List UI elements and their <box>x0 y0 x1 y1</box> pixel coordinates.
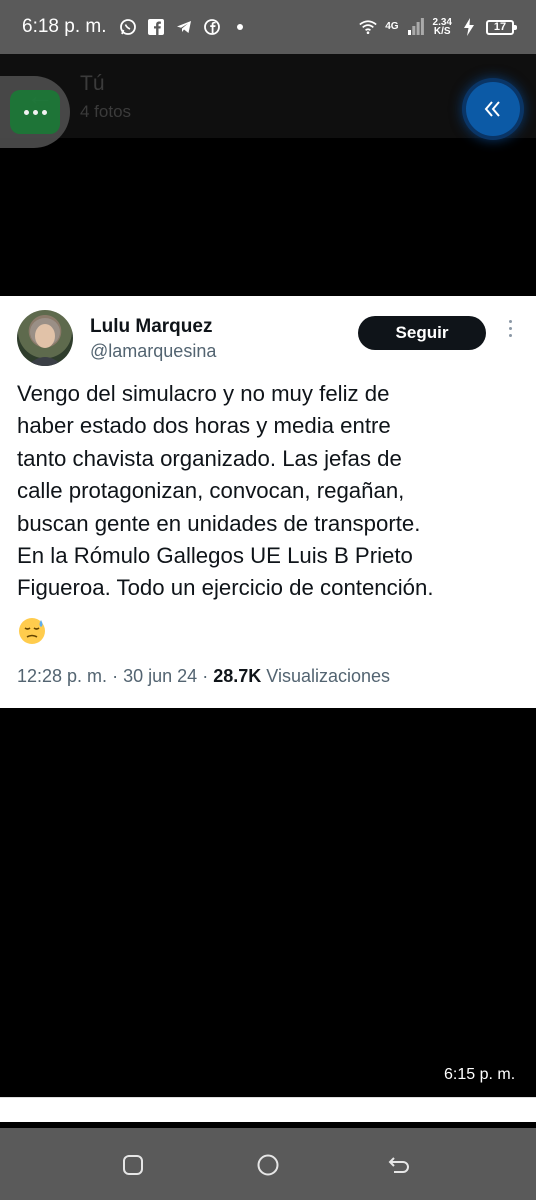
tweet-text-line: Figueroa. Todo un ejercicio de contenció… <box>17 575 434 601</box>
tweet-date[interactable]: 30 jun 24 <box>123 666 197 686</box>
tweet-text-line: buscan gente en unidades de transporte. <box>17 510 421 536</box>
whatsapp-icon <box>119 18 137 36</box>
avatar[interactable] <box>17 310 73 366</box>
tweet-time[interactable]: 12:28 p. m. <box>17 666 107 686</box>
network-type: 4G <box>385 21 399 32</box>
facebook-messenger-icon <box>203 18 221 36</box>
status-time: 6:18 p. m. <box>22 16 107 37</box>
reply-strip <box>0 1097 536 1122</box>
tweet-text-line: En la Rómulo Gallegos UE Luis B Prieto <box>17 543 413 569</box>
sad-face-emoji <box>19 618 45 644</box>
telegram-icon <box>175 18 193 36</box>
system-nav-bar <box>0 1128 536 1200</box>
home-icon <box>257 1154 279 1176</box>
views-count: 28.7K <box>213 666 262 686</box>
viewer-header: ← Tú 4 fotos <box>0 54 536 138</box>
home-button[interactable] <box>251 1148 285 1182</box>
viewer-title: Tú <box>80 72 105 95</box>
tweet-text-line: calle protagonizan, convocan, regañan, <box>17 478 405 504</box>
tweet-meta: 12:28 p. m. · 30 jun 24 · 28.7K Visualiz… <box>17 666 390 687</box>
more-vertical-icon[interactable] <box>500 320 520 344</box>
tweet-card: Lulu Marquez @lamarquesina Seguir Vengo … <box>0 296 536 708</box>
tweet-text-line: Vengo del simulacro y no muy feliz de <box>17 381 390 406</box>
views-label: Visualizaciones <box>266 666 391 686</box>
meta-separator: · <box>202 666 209 686</box>
recent-apps-button[interactable] <box>116 1148 150 1182</box>
meta-separator: · <box>112 666 119 686</box>
battery-icon: 17 <box>486 19 517 35</box>
status-left: 6:18 p. m. <box>22 16 249 38</box>
back-button[interactable] <box>383 1148 417 1182</box>
back-icon <box>388 1157 409 1173</box>
network-speed: 2.34 K/S <box>433 18 452 37</box>
status-right: 4G 2.34 K/S 17 <box>359 18 517 37</box>
tweet-text-line: tanto chavista organizado. Las jefas de <box>17 445 402 471</box>
tweet-text-line: haber estado dos horas y media entre <box>17 413 391 439</box>
charging-icon <box>460 18 478 36</box>
battery-level: 17 <box>493 21 507 33</box>
more-options-icon[interactable] <box>10 90 60 134</box>
signal-icon <box>407 18 425 36</box>
speed-unit: K/S <box>433 26 451 37</box>
author-handle[interactable]: @lamarquesina <box>90 341 216 362</box>
author-name[interactable]: Lulu Marquez <box>90 316 212 338</box>
viewer-subtitle: 4 fotos <box>80 102 132 121</box>
notification-dot <box>231 18 249 36</box>
floating-menu-bubble[interactable] <box>0 76 70 148</box>
screen: 6:18 p. m. 4G 2.34 K/S 17 Tú 4 fotos Lul… <box>0 0 536 1200</box>
follow-button[interactable]: Seguir <box>358 316 486 350</box>
wifi-icon <box>359 18 377 36</box>
status-bar: 6:18 p. m. 4G 2.34 K/S 17 <box>0 0 536 54</box>
double-chevron-left-icon <box>484 101 500 117</box>
recent-apps-icon <box>123 1155 143 1175</box>
collapse-button[interactable] <box>466 82 520 136</box>
facebook-icon <box>147 18 165 36</box>
photo-timestamp: 6:15 p. m. <box>444 1066 516 1083</box>
tweet-text: Vengo del simulacro y no muy feliz de ha… <box>17 378 522 605</box>
